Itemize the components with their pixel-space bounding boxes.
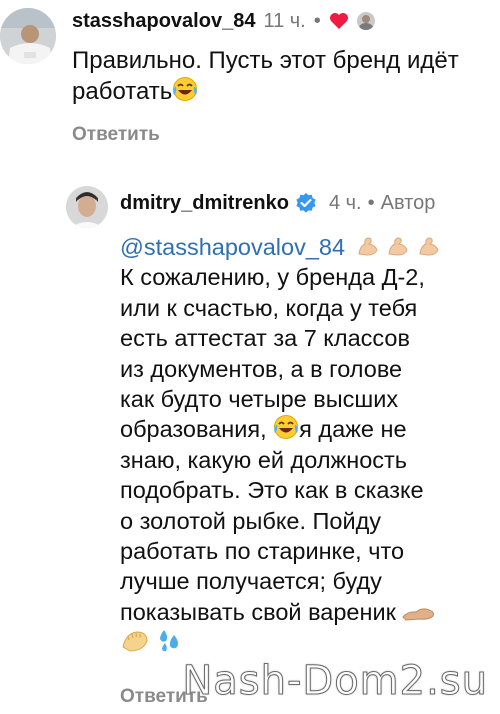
- comment-text-body: Правильно. Пусть этот бренд идёт работат…: [72, 47, 459, 105]
- text-line: подобрать. Это как в сказке: [120, 477, 424, 504]
- reply-button[interactable]: Ответить: [72, 124, 160, 146]
- comment-text: @stasshapovalov_84 К сожалению, у бренда…: [120, 232, 490, 659]
- text-line: или к счастью, когда у тебя: [120, 294, 418, 321]
- flexed-arm-emoji-icon: [402, 608, 435, 621]
- username[interactable]: stasshapovalov_84: [72, 10, 255, 33]
- flexed-biceps-emoji-icons: [356, 234, 441, 260]
- comment-header: dmitry_dmitrenko 4 ч. • Автор: [120, 189, 435, 217]
- text-line: из документов, а в голове: [120, 355, 403, 382]
- sweat-droplets-emoji-icon: [159, 630, 178, 652]
- text-line: знаю, какую ей должность: [120, 446, 408, 473]
- emoji-line: [120, 627, 490, 659]
- author-badge: Автор: [380, 191, 436, 214]
- avatar[interactable]: [66, 186, 108, 228]
- separator-dot: •: [313, 9, 321, 32]
- timestamp: 11 ч.: [263, 9, 306, 32]
- verified-badge-icon: [296, 193, 316, 213]
- heart-icon: [329, 13, 348, 29]
- text-fragment: я даже не: [299, 416, 407, 443]
- text-line: К сожалению, у бренда Д-2,: [120, 264, 425, 291]
- text-line: есть аттестат за 7 классов: [120, 325, 410, 352]
- watermark: Nash-Dom2.su: [182, 658, 488, 705]
- comment-text: Правильно. Пусть этот бренд идёт работат…: [72, 46, 472, 107]
- text-fragment: образования,: [120, 416, 267, 443]
- text-line: как будто четыре высших: [120, 386, 399, 413]
- text-line-with-emoji: показывать свой вареник: [120, 597, 490, 627]
- comment-header: stasshapovalov_84 11 ч. •: [72, 8, 375, 34]
- user-mention[interactable]: @stasshapovalov_84: [120, 234, 345, 260]
- text-line: лучше получается; буду: [120, 568, 382, 595]
- liked-by-avatar: [356, 12, 375, 30]
- text-line-with-emoji: образования, я даже не: [120, 414, 490, 444]
- laughing-tears-emoji-icon: [274, 415, 299, 440]
- text-line: о золотой рыбке. Пойду: [120, 507, 382, 534]
- separator-dot: •: [367, 191, 375, 214]
- mention-line: @stasshapovalov_84: [120, 232, 490, 262]
- timestamp: 4 ч.: [328, 191, 362, 214]
- text-line: работать по старинке, что: [120, 538, 405, 565]
- username[interactable]: dmitry_dmitrenko: [120, 192, 289, 215]
- laughing-tears-emoji-icon: [173, 77, 198, 101]
- dumpling-emoji-icon: [122, 631, 148, 652]
- text-fragment: показывать свой вареник: [120, 598, 396, 625]
- avatar[interactable]: [0, 8, 56, 64]
